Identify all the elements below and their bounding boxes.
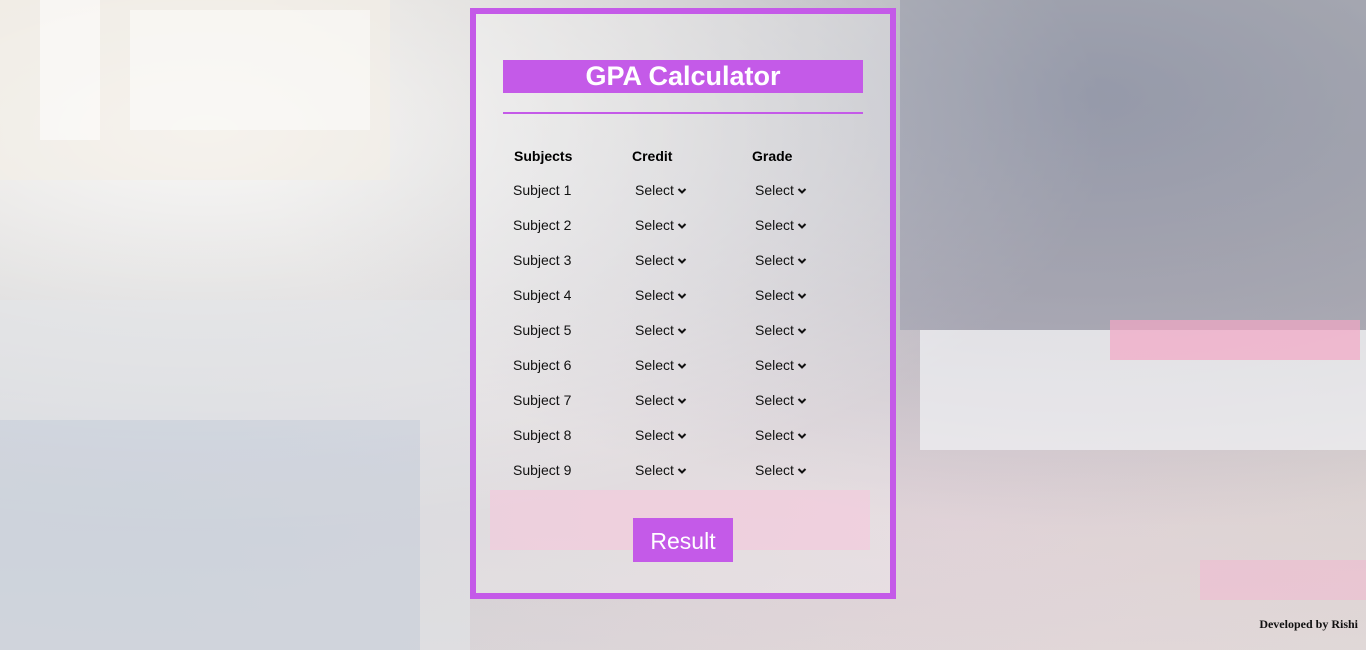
subject-label: Subject 7 [513,392,572,408]
credit-select[interactable]: Select [635,249,687,271]
title-divider [503,112,863,114]
credit-select[interactable]: Select [635,319,687,341]
chevron-down-icon [677,460,687,474]
subject-label: Subject 5 [513,322,572,338]
developer-credit: Developed by Rishi [1259,617,1358,631]
grade-select[interactable]: Select [755,249,807,271]
column-header-grade: Grade [752,148,793,164]
subject-label: Subject 1 [513,182,572,198]
chevron-down-icon [677,355,687,369]
table-row: Subject 8 Select Select [476,424,890,459]
grade-select-value: Select [755,357,794,373]
grade-select-value: Select [755,462,794,478]
table-row: Subject 4 Select Select [476,284,890,319]
table-row: Subject 2 Select Select [476,214,890,249]
credit-select[interactable]: Select [635,354,687,376]
chevron-down-icon [677,425,687,439]
subject-label: Subject 3 [513,252,572,268]
subject-label: Subject 2 [513,217,572,233]
calculator-panel: GPA Calculator Subjects Credit Grade Sub… [470,8,896,599]
credit-select-value: Select [635,287,674,303]
credit-select-value: Select [635,217,674,233]
grade-select-value: Select [755,427,794,443]
chevron-down-icon [797,425,807,439]
grade-select[interactable]: Select [755,319,807,341]
page-title: GPA Calculator [503,60,863,93]
chevron-down-icon [797,215,807,229]
credit-select[interactable]: Select [635,389,687,411]
subject-label: Subject 6 [513,357,572,373]
credit-select-value: Select [635,357,674,373]
credit-select[interactable]: Select [635,284,687,306]
table-row: Subject 7 Select Select [476,389,890,424]
chevron-down-icon [677,250,687,264]
table-row: Subject 9 Select Select [476,459,890,494]
grade-select-value: Select [755,392,794,408]
credit-select-value: Select [635,322,674,338]
credit-select[interactable]: Select [635,459,687,481]
chevron-down-icon [797,320,807,334]
grade-select-value: Select [755,252,794,268]
grade-select[interactable]: Select [755,354,807,376]
chevron-down-icon [677,215,687,229]
grade-select[interactable]: Select [755,179,807,201]
credit-select[interactable]: Select [635,424,687,446]
chevron-down-icon [677,285,687,299]
chevron-down-icon [797,390,807,404]
chevron-down-icon [677,180,687,194]
grade-select-value: Select [755,322,794,338]
result-button[interactable]: Result [633,518,733,562]
grade-select[interactable]: Select [755,284,807,306]
grade-select-value: Select [755,287,794,303]
credit-select[interactable]: Select [635,214,687,236]
grade-select[interactable]: Select [755,459,807,481]
chevron-down-icon [797,180,807,194]
subject-label: Subject 4 [513,287,572,303]
chevron-down-icon [797,355,807,369]
grade-select[interactable]: Select [755,424,807,446]
table-row: Subject 1 Select Select [476,179,890,214]
credit-select-value: Select [635,427,674,443]
chevron-down-icon [677,390,687,404]
grade-select-value: Select [755,217,794,233]
chevron-down-icon [797,250,807,264]
credit-select-value: Select [635,462,674,478]
chevron-down-icon [797,285,807,299]
grade-select-value: Select [755,182,794,198]
column-header-subjects: Subjects [514,148,573,164]
chevron-down-icon [677,320,687,334]
subject-label: Subject 9 [513,462,572,478]
credit-select-value: Select [635,252,674,268]
table-row: Subject 5 Select Select [476,319,890,354]
grade-select[interactable]: Select [755,214,807,236]
grade-select[interactable]: Select [755,389,807,411]
credit-select-value: Select [635,182,674,198]
table-row: Subject 6 Select Select [476,354,890,389]
subject-label: Subject 8 [513,427,572,443]
credit-select-value: Select [635,392,674,408]
table-row: Subject 3 Select Select [476,249,890,284]
credit-select[interactable]: Select [635,179,687,201]
column-header-credit: Credit [632,148,673,164]
chevron-down-icon [797,460,807,474]
